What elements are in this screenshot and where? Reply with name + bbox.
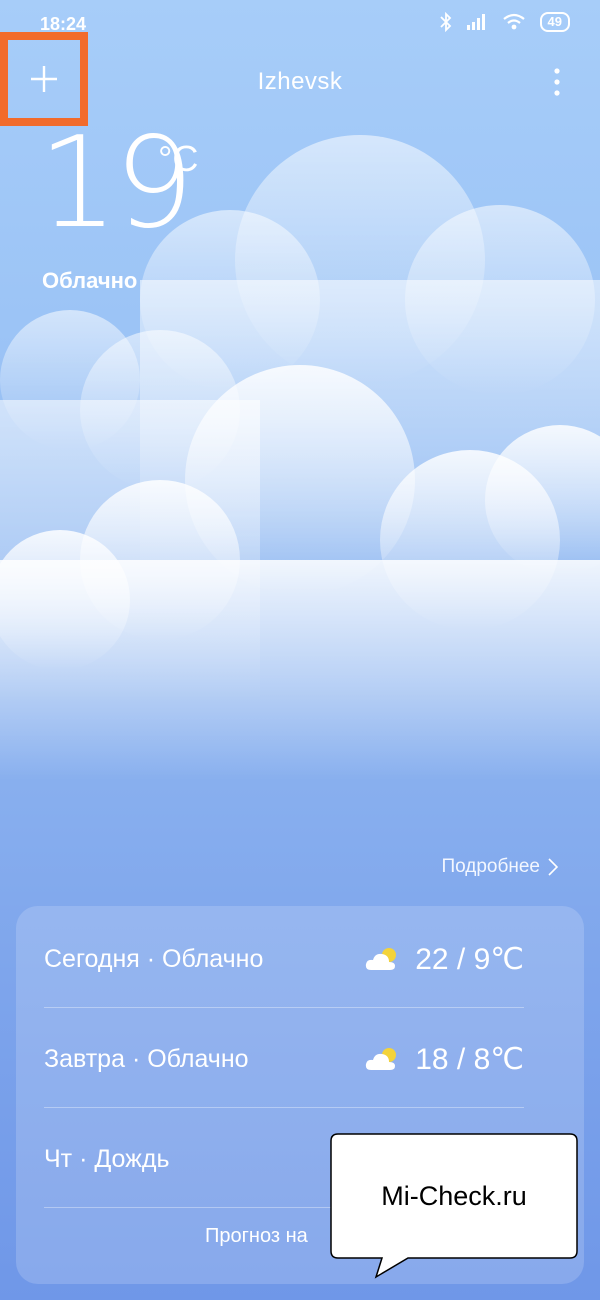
forecast-temps: 18 / 8℃: [365, 1042, 524, 1077]
forecast-temps: 22 / 9℃: [365, 942, 524, 977]
watermark-callout: Mi-Check.ru: [330, 1133, 578, 1279]
bluetooth-icon: [439, 12, 451, 32]
status-icons: 49: [439, 12, 570, 32]
watermark-text: Mi-Check.ru: [381, 1180, 527, 1211]
battery-indicator: 49: [539, 12, 570, 32]
temperature-unit: °C: [158, 138, 199, 179]
forecast-day-label: Сегодня · Облачно: [44, 944, 264, 973]
partly-cloudy-icon: [366, 1048, 397, 1070]
city-title: Izhevsk: [257, 68, 343, 95]
forecast-day-label: Завтра · Облачно: [44, 1044, 249, 1073]
details-link[interactable]: Подробнее: [441, 856, 558, 878]
more-options-icon[interactable]: [545, 66, 569, 100]
forecast-row-tomorrow[interactable]: Завтра · Облачно 18 / 8℃: [44, 1009, 524, 1109]
forecast-row-today[interactable]: Сегодня · Облачно 22 / 9℃: [44, 909, 524, 1009]
current-condition: Облачно: [42, 268, 138, 293]
partly-cloudy-icon: [366, 948, 397, 970]
wifi-icon: [502, 13, 525, 30]
chevron-right-icon: [548, 858, 558, 876]
row-divider: [44, 1007, 524, 1008]
row-divider: [44, 1107, 524, 1108]
forecast-day-label: Чт · Дождь: [44, 1144, 170, 1173]
status-bar: 18:24 49: [0, 0, 600, 44]
signal-icon: [466, 14, 485, 30]
details-link-label: Подробнее: [441, 856, 540, 877]
